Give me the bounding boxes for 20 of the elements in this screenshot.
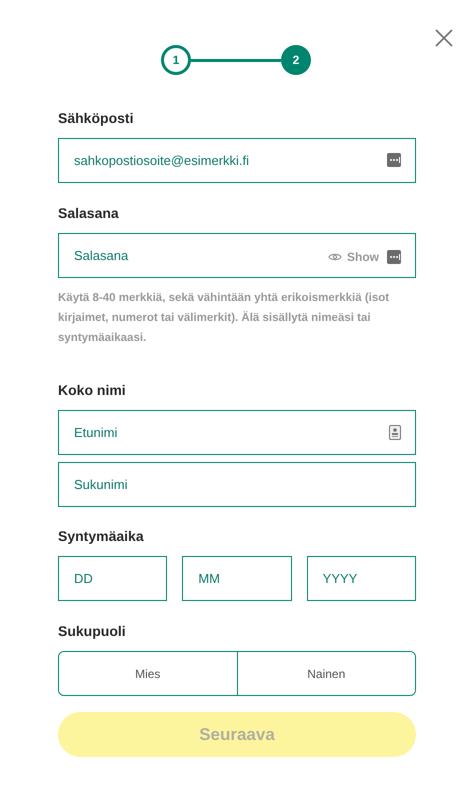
password-manager-icon[interactable] [387,153,401,167]
field-label: Salasana [58,204,120,223]
close-button[interactable] [434,28,454,48]
date-part-field[interactable]: MM [182,556,292,601]
field-label: Syntymäaika [58,527,145,546]
field-label: Koko nimi [58,381,127,400]
gender-option[interactable]: Nainen [236,652,415,695]
eye-icon [328,252,342,262]
field-label: Sukupuoli [58,622,127,641]
date-part-field[interactable]: YYYY [306,556,416,601]
password-hint: Käytä 8-40 merkkiä, sekä vähintään yhtä erikoismerkkiä (isot kirjaimet, numerot tai välimerkit). Älä sisällytä nimeäsi tai syntymäaikaasi. [58,291,390,346]
field-label: Sähköposti [58,109,134,128]
step-indicator: 2 [281,45,311,75]
email-field[interactable]: sahkopostiosoite@esimerkki.fi [58,138,416,183]
password-manager-icon[interactable] [387,250,401,264]
first-name-field[interactable]: Etunimi [58,410,416,455]
step-indicator: 1 [161,45,191,75]
last-name-field[interactable]: Sukunimi [58,462,416,507]
date-part-field[interactable]: DD [58,556,168,601]
contact-card-icon[interactable] [389,425,401,440]
